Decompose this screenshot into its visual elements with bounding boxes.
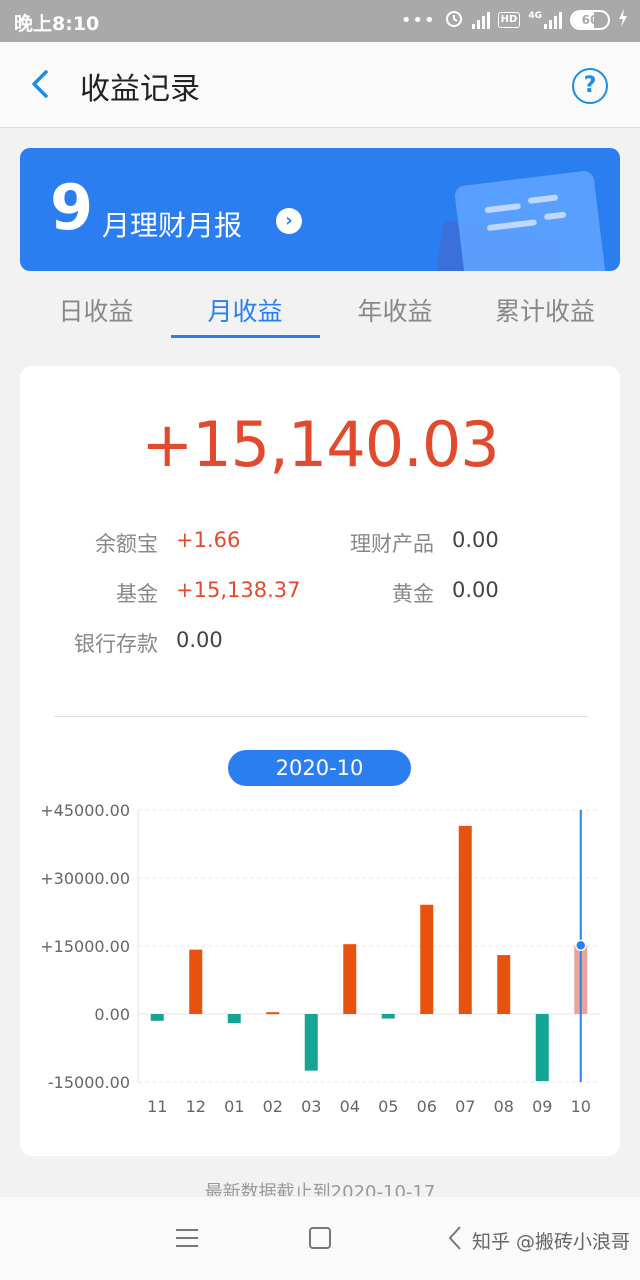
x-tick-label: 12 <box>186 1097 206 1116</box>
status-icons: ••• HD 4G 60 <box>401 8 628 32</box>
chevron-left-icon <box>32 70 48 98</box>
x-tick-label: 09 <box>532 1097 552 1116</box>
menu-icon[interactable] <box>176 1229 198 1247</box>
report-month-number: 9 <box>50 171 94 244</box>
item-label-wealth-products: 理财产品 <box>350 532 434 556</box>
selection-cursor-dot <box>575 939 587 952</box>
chevron-right-icon: › <box>276 208 302 234</box>
x-tick-label: 11 <box>147 1097 167 1116</box>
monthly-report-banner[interactable]: 9 月理财月报 › <box>20 148 620 271</box>
bar-01 <box>227 1014 241 1024</box>
x-tick-label: 10 <box>571 1097 591 1116</box>
x-tick-label: 07 <box>455 1097 475 1116</box>
tab-indicator <box>171 335 320 338</box>
x-tick-label: 02 <box>263 1097 283 1116</box>
watermark: 知乎 @搬砖小浪哥 <box>472 1231 631 1253</box>
y-tick-label: +15000.00 <box>40 937 130 956</box>
more-dots-icon: ••• <box>400 9 436 31</box>
home-icon[interactable] <box>309 1227 331 1249</box>
selected-month-badge[interactable]: 2020-10 <box>228 750 411 786</box>
status-time: 晚上8:10 <box>14 13 100 35</box>
earnings-card: +15,140.03 余额宝 +1.66 理财产品 0.00 基金 +15,13… <box>20 366 620 1156</box>
charging-icon <box>618 9 628 31</box>
item-label-gold: 黄金 <box>392 582 434 606</box>
y-tick-label: -15000.00 <box>48 1073 130 1092</box>
alarm-icon <box>444 8 464 32</box>
x-tick-label: 05 <box>378 1097 398 1116</box>
bar-07 <box>458 825 472 1014</box>
bar-02 <box>266 1012 280 1015</box>
network-label: 4G <box>528 11 542 21</box>
bar-11 <box>150 1014 164 1021</box>
header: 收益记录 ? <box>0 42 640 128</box>
nav-back-icon[interactable] <box>444 1223 468 1253</box>
bar-08 <box>497 955 511 1014</box>
item-value-fund: +15,138.37 <box>176 578 301 602</box>
x-tick-label: 01 <box>224 1097 244 1116</box>
bar-03 <box>304 1014 318 1071</box>
system-nav-bar: 知乎 @搬砖小浪哥 <box>0 1196 640 1280</box>
4g-signal-icon: 4G <box>528 11 562 29</box>
item-label-bank-deposit: 银行存款 <box>74 632 158 656</box>
y-tick-label: +45000.00 <box>40 801 130 820</box>
bar-09 <box>535 1014 549 1082</box>
page-title: 收益记录 <box>80 72 200 107</box>
help-icon[interactable]: ? <box>572 68 608 104</box>
item-value-yuebao: +1.66 <box>176 528 241 552</box>
x-tick-label: 04 <box>340 1097 360 1116</box>
hd-icon: HD <box>497 12 521 28</box>
item-value-wealth-products: 0.00 <box>452 528 499 552</box>
item-value-gold: 0.00 <box>452 578 499 602</box>
bar-05 <box>381 1014 395 1019</box>
total-earnings: +15,140.03 <box>141 408 500 481</box>
tab-monthly[interactable]: 月收益 <box>170 292 320 328</box>
report-title: 月理财月报 <box>102 209 243 242</box>
tab-daily[interactable]: 日收益 <box>21 292 171 328</box>
tab-bar: 日收益 月收益 年收益 累计收益 <box>0 280 640 342</box>
y-tick-label: 0.00 <box>94 1005 130 1024</box>
status-bar: 晚上8:10 ••• HD 4G 60 <box>0 0 640 42</box>
item-value-bank-deposit: 0.00 <box>176 628 223 652</box>
document-illustration <box>453 169 607 271</box>
divider <box>54 716 588 717</box>
x-tick-label: 08 <box>494 1097 514 1116</box>
signal-icon <box>471 11 490 29</box>
x-tick-label: 06 <box>417 1097 437 1116</box>
back-button[interactable] <box>22 64 62 104</box>
x-tick-label: 03 <box>301 1097 321 1116</box>
tab-cumulative[interactable]: 累计收益 <box>470 292 620 328</box>
y-tick-label: +30000.00 <box>40 869 130 888</box>
bar-06 <box>420 904 434 1014</box>
bar-04 <box>343 944 357 1014</box>
tab-yearly[interactable]: 年收益 <box>320 292 470 328</box>
bar-12 <box>189 949 203 1014</box>
item-label-fund: 基金 <box>116 582 158 606</box>
monthly-earnings-chart[interactable]: +45000.00 +30000.00 +15000.00 0.00 -15000.00… <box>20 786 620 1126</box>
battery-level: 60 <box>581 13 599 27</box>
battery-icon: 60 <box>570 10 610 30</box>
item-label-yuebao: 余额宝 <box>95 532 158 556</box>
